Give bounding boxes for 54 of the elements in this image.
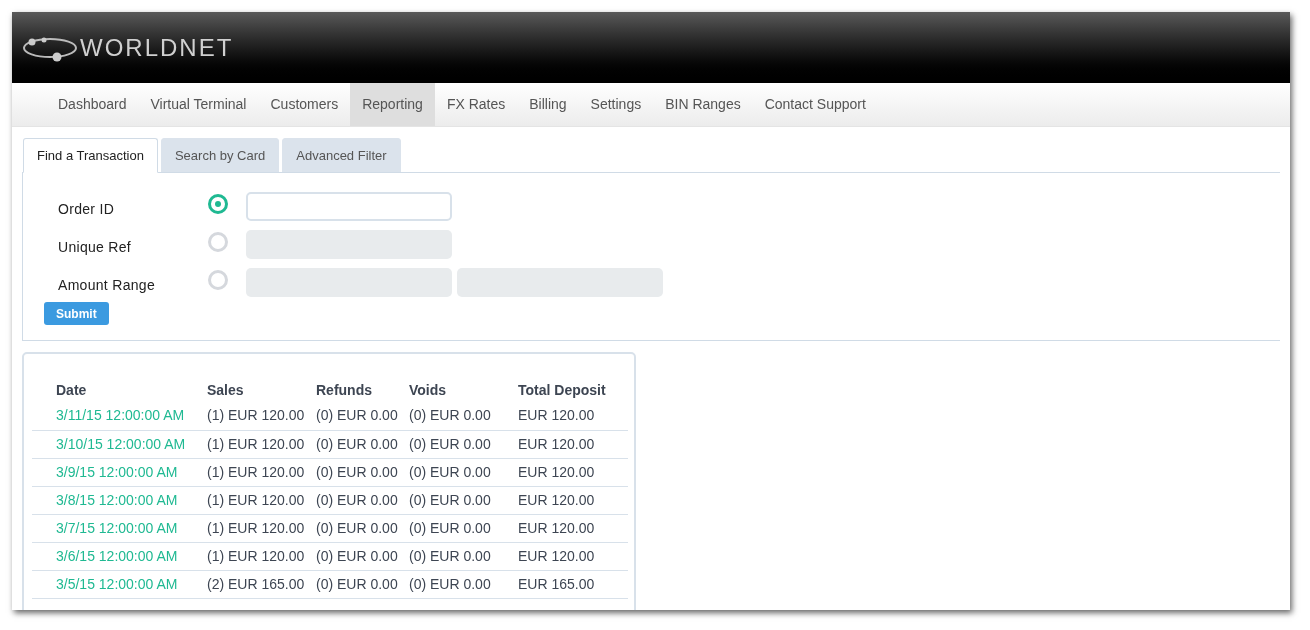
field-label: Order ID [57,199,116,219]
nav-link[interactable]: Customers [258,83,351,126]
radio-button[interactable] [208,232,228,252]
table-cell: (0) EUR 0.00 [316,514,409,542]
radio-button[interactable] [208,194,228,214]
table-cell: (0) EUR 0.00 [316,486,409,514]
nav-link[interactable]: Virtual Terminal [138,83,259,126]
table-cell: (0) EUR 0.00 [409,486,518,514]
table-cell: (1) EUR 120.00 [207,514,316,542]
nav-link[interactable]: Contact Support [752,83,878,126]
table-cell: (0) EUR 0.00 [316,430,409,458]
table-cell: EUR 120.00 [518,486,628,514]
table-cell: (1) EUR 120.00 [207,486,316,514]
table-cell: EUR 120.00 [518,430,628,458]
nav-link[interactable]: BIN Ranges [653,83,753,126]
table-cell: (0) EUR 0.00 [316,402,409,430]
table-cell: (1) EUR 120.00 [207,458,316,486]
table-cell: (1) EUR 120.00 [207,430,316,458]
table-cell: (0) EUR 0.00 [409,570,518,598]
table-cell: (1) EUR 120.00 [207,402,316,430]
radio-button[interactable] [208,270,228,290]
nav-link[interactable]: Settings [578,83,654,126]
column-header: Refunds [316,378,409,402]
table-cell: (2) EUR 165.00 [207,570,316,598]
table-cell: EUR 120.00 [518,514,628,542]
table-cell: (0) EUR 0.00 [409,402,518,430]
nav-link[interactable]: FX Rates [434,83,518,126]
brand-name: WORLDNET [80,35,234,60]
table-cell: (0) EUR 0.00 [316,458,409,486]
column-header: Total Deposit [518,380,607,400]
table-cell: EUR 120.00 [518,458,628,486]
field-label: Amount Range [57,275,156,295]
table-cell: EUR 120.00 [518,542,628,570]
tab[interactable]: Find a Transaction [23,138,158,173]
column-header: Voids [409,378,518,402]
field-label: Unique Ref [57,237,133,257]
column-header: Sales [207,378,316,402]
input-field[interactable] [246,191,452,221]
submit-button[interactable]: Submit [44,302,109,325]
tab[interactable]: Advanced Filter [282,138,401,173]
table-cell: (0) EUR 0.00 [409,458,518,486]
table-cell: EUR 120.00 [518,402,628,430]
nav-link[interactable]: Reporting [350,83,435,126]
tab[interactable]: Search by Card [160,138,280,173]
table-cell: (0) EUR 0.00 [316,542,409,570]
column-header: Date [32,378,207,402]
table-cell: EUR 165.00 [518,570,628,598]
table-cell: (0) EUR 0.00 [316,570,409,598]
table-cell: (0) EUR 0.00 [409,542,518,570]
table-cell: (0) EUR 0.00 [409,514,518,542]
table-cell: (0) EUR 0.00 [409,430,518,458]
nav-link[interactable]: Billing [517,83,579,126]
table-cell: (1) EUR 120.00 [207,542,316,570]
nav-link[interactable]: Dashboard [46,83,139,126]
